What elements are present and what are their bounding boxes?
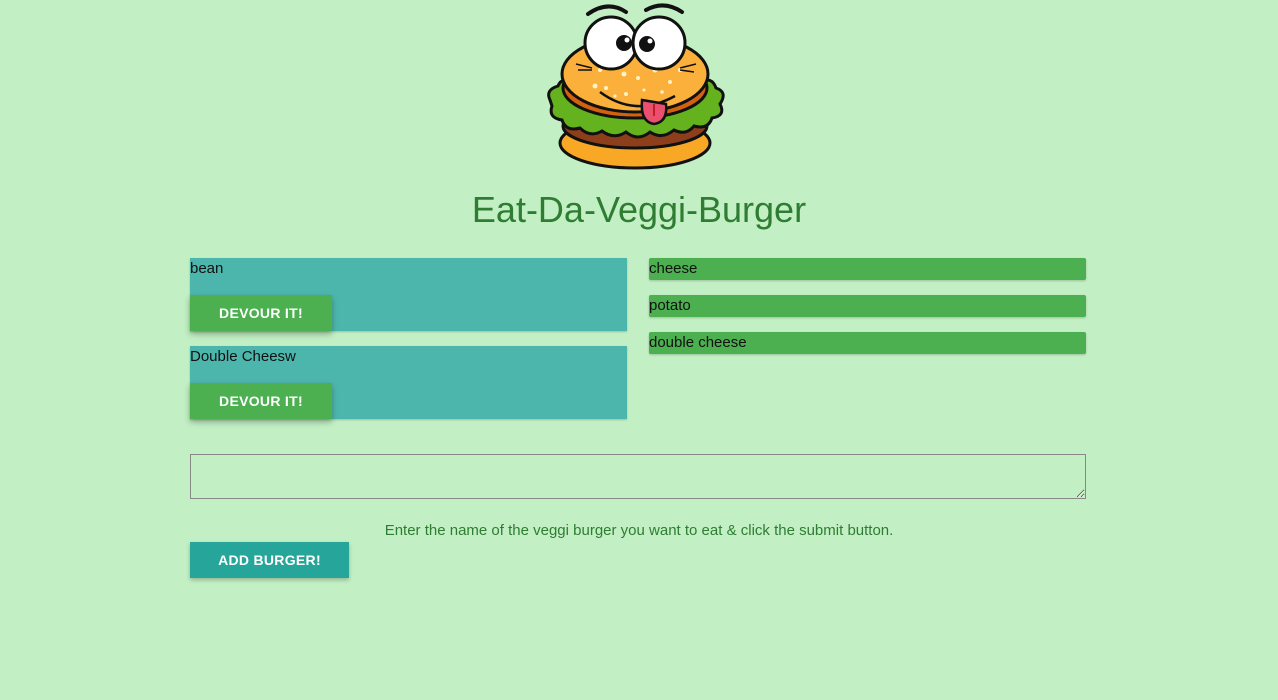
burger-name: Double Cheesw [190, 348, 296, 365]
burger-mascot-logo [547, 3, 725, 170]
devoured-burger-item: potato [649, 295, 1086, 317]
burger-card: Double Cheesw DEVOUR IT! [190, 346, 627, 419]
uneaten-burger-list: bean DEVOUR IT! Double Cheesw DEVOUR IT! [190, 258, 627, 434]
instructions-text: Enter the name of the veggi burger you w… [384, 522, 894, 539]
burger-name: bean [190, 260, 224, 277]
burger-name-input[interactable] [190, 454, 1086, 499]
devoured-burger-list: cheese potato double cheese [649, 258, 1086, 369]
devour-button[interactable]: DEVOUR IT! [190, 295, 332, 331]
devour-button[interactable]: DEVOUR IT! [190, 383, 332, 419]
devoured-burger-item: cheese [649, 258, 1086, 280]
devoured-burger-item: double cheese [649, 332, 1086, 354]
page-title: Eat-Da-Veggi-Burger [471, 189, 807, 230]
burger-card: bean DEVOUR IT! [190, 258, 627, 331]
add-burger-button[interactable]: ADD BURGER! [190, 542, 349, 578]
